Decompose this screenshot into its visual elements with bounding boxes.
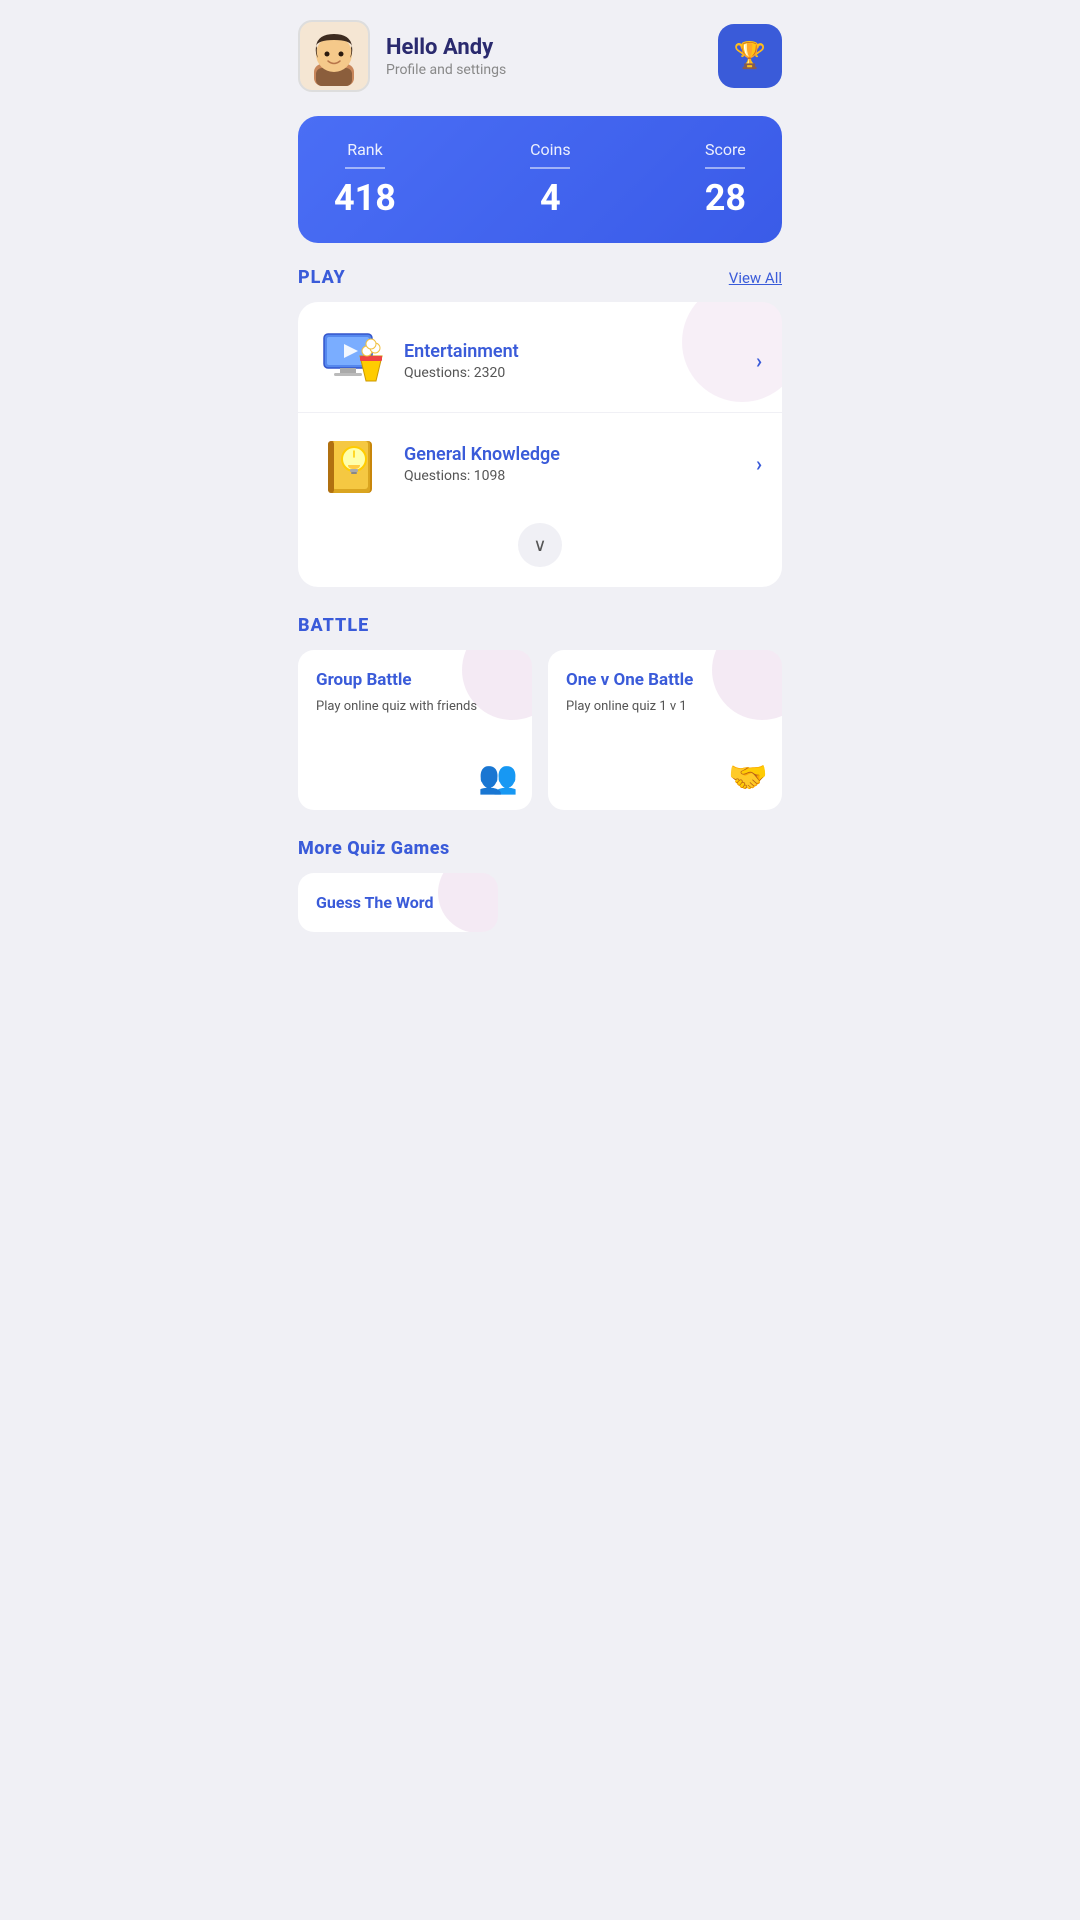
score-value: 28 [705,177,746,219]
expand-btn-wrap: ∨ [298,515,782,571]
one-v-one-icon: 🤝 [728,758,768,796]
coins-value: 4 [530,177,571,219]
expand-button[interactable]: ∨ [518,523,562,567]
entertainment-icon-wrap [318,326,388,396]
one-v-one-battle-card[interactable]: One v One Battle Play online quiz 1 v 1 … [548,650,782,810]
rank-label: Rank [334,140,396,159]
score-label: Score [705,140,746,159]
stats-card: Rank 418 Coins 4 Score 28 [298,116,782,243]
play-title: PLAY [298,267,346,288]
general-knowledge-icon-wrap [318,429,388,499]
header: Hello Andy Profile and settings 🏆 [270,0,810,108]
general-knowledge-questions: Questions: 1098 [404,468,756,484]
trophy-icon: 🏆 [734,41,766,71]
guess-card-decoration [438,873,498,932]
rank-value: 418 [334,177,396,219]
avatar[interactable] [298,20,370,92]
coins-divider [530,167,570,169]
header-left: Hello Andy Profile and settings [298,20,506,92]
battle-section: BATTLE Group Battle Play online quiz wit… [270,615,810,810]
battle-title: BATTLE [298,615,782,636]
score-stat: Score 28 [705,140,746,219]
general-knowledge-arrow: › [756,452,762,476]
score-divider [705,167,745,169]
general-knowledge-name: General Knowledge [404,444,756,465]
entertainment-name: Entertainment [404,341,756,362]
entertainment-info: Entertainment Questions: 2320 [404,341,756,381]
group-battle-card[interactable]: Group Battle Play online quiz with frien… [298,650,532,810]
greeting: Hello Andy [386,35,506,60]
more-section: More Quiz Games Guess The Word [270,838,810,936]
entertainment-arrow: › [756,349,762,373]
entertainment-item[interactable]: Entertainment Questions: 2320 › [298,310,782,412]
battle-grid: Group Battle Play online quiz with frien… [298,650,782,810]
coins-label: Coins [530,140,571,159]
rank-stat: Rank 418 [334,140,396,219]
general-knowledge-info: General Knowledge Questions: 1098 [404,444,756,484]
more-title: More Quiz Games [298,838,782,859]
group-battle-icon: 👥 [478,758,518,796]
view-all-button[interactable]: View All [729,269,782,287]
header-text: Hello Andy Profile and settings [386,35,506,78]
rank-divider [345,167,385,169]
play-card: Entertainment Questions: 2320 › [298,302,782,587]
play-section-header: PLAY View All [270,267,810,288]
guess-the-word-card[interactable]: Guess The Word [298,873,498,932]
trophy-button[interactable]: 🏆 [718,24,782,88]
coins-stat: Coins 4 [530,140,571,219]
subtitle: Profile and settings [386,62,506,78]
entertainment-questions: Questions: 2320 [404,365,756,381]
general-knowledge-item[interactable]: General Knowledge Questions: 1098 › [298,412,782,515]
